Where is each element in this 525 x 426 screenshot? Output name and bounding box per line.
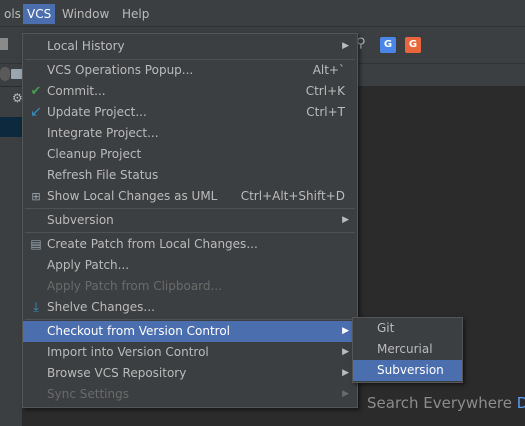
menu-item-create-patch[interactable]: ▤ Create Patch from Local Changes... [23, 234, 357, 255]
stop-icon[interactable] [0, 38, 8, 50]
apply-patch-label: Apply Patch... [47, 258, 130, 272]
apply-patch-clipboard-label: Apply Patch from Clipboard... [47, 279, 222, 293]
menu-item-shelve-changes[interactable]: ⤓ Shelve Changes... [23, 297, 357, 318]
integrate-project-label: Integrate Project... [47, 126, 159, 140]
checkout-label: Checkout from Version Control [47, 324, 231, 338]
translate-g-alt-icon[interactable]: G [405, 37, 421, 53]
check-icon: ✔ [30, 84, 42, 99]
commit-label: Commit... [47, 84, 106, 98]
show-local-changes-label: Show Local Changes as UML [47, 189, 218, 203]
import-label: Import into Version Control [47, 345, 209, 359]
shelve-changes-label: Shelve Changes... [47, 300, 155, 314]
submenu-arrow-icon: ▶ [342, 389, 349, 399]
menu-item-checkout[interactable]: Checkout from Version Control ▶ [23, 321, 357, 342]
cleanup-project-label: Cleanup Project [47, 147, 142, 161]
sync-settings-label: Sync Settings [47, 387, 129, 401]
translate-g-icon[interactable]: G [380, 37, 396, 53]
search-hint-key: D [516, 394, 525, 412]
menu-separator [25, 232, 355, 233]
menu-item-vcs-operations-popup[interactable]: VCS Operations Popup... Alt+` [23, 60, 357, 81]
menu-item-sync-settings[interactable]: Sync Settings ▶ [23, 384, 357, 405]
show-local-changes-shortcut: Ctrl+Alt+Shift+D [240, 189, 345, 203]
commit-shortcut: Ctrl+K [305, 84, 345, 98]
update-arrow-icon: ↙ [30, 104, 42, 120]
menu-item-local-history[interactable]: Local History ▶ [23, 36, 357, 57]
update-project-shortcut: Ctrl+T [306, 105, 345, 119]
search-everywhere-hint: Search Everywhere D [367, 394, 525, 412]
menu-separator [25, 319, 355, 320]
patch-icon: ▤ [30, 237, 42, 251]
menu-item-apply-patch-clipboard[interactable]: Apply Patch from Clipboard... [23, 276, 357, 297]
uml-diagram-icon: ⊞ [31, 190, 41, 203]
back-icon[interactable] [0, 67, 10, 81]
checkout-submenu: Git Mercurial Subversion [352, 317, 463, 383]
menu-item-cleanup-project[interactable]: Cleanup Project [23, 144, 357, 165]
menu-tools[interactable]: ols [0, 4, 25, 24]
browse-repo-label: Browse VCS Repository [47, 366, 187, 380]
submenu-item-mercurial[interactable]: Mercurial [353, 339, 462, 360]
menu-item-update-project[interactable]: ↙ Update Project... Ctrl+T [23, 102, 357, 123]
shelve-icon: ⤓ [33, 300, 39, 315]
search-hint-text: Search Everywhere [367, 394, 512, 412]
project-tool-window: ⚙ [0, 87, 23, 426]
submenu-arrow-icon: ▶ [342, 41, 349, 51]
submenu-item-git[interactable]: Git [353, 318, 462, 339]
subversion-submenu-label: Subversion [377, 363, 444, 377]
menu-item-commit[interactable]: ✔ Commit... Ctrl+K [23, 81, 357, 102]
subversion-label: Subversion [47, 213, 114, 227]
menu-item-refresh-file-status[interactable]: Refresh File Status [23, 165, 357, 186]
vcs-operations-popup-label: VCS Operations Popup... [47, 63, 194, 77]
menu-item-integrate-project[interactable]: Integrate Project... [23, 123, 357, 144]
menu-help[interactable]: Help [118, 4, 153, 24]
git-label: Git [377, 321, 395, 335]
vcs-menu: Local History ▶ VCS Operations Popup... … [22, 33, 358, 408]
create-patch-label: Create Patch from Local Changes... [47, 237, 258, 251]
update-project-label: Update Project... [47, 105, 147, 119]
submenu-arrow-icon: ▶ [342, 368, 349, 378]
vcs-operations-popup-shortcut: Alt+` [312, 63, 345, 77]
menu-window[interactable]: Window [58, 4, 113, 24]
submenu-arrow-icon: ▶ [342, 215, 349, 225]
local-history-label: Local History [47, 39, 125, 53]
main-menubar: ols VCS Window Help [0, 0, 525, 27]
menu-item-subversion[interactable]: Subversion ▶ [23, 210, 357, 231]
menu-item-import[interactable]: Import into Version Control ▶ [23, 342, 357, 363]
selected-tree-row[interactable] [0, 117, 22, 137]
mercurial-label: Mercurial [377, 342, 433, 356]
submenu-item-subversion[interactable]: Subversion [353, 360, 462, 381]
menu-item-apply-patch[interactable]: Apply Patch... [23, 255, 357, 276]
refresh-file-status-label: Refresh File Status [47, 168, 159, 182]
submenu-arrow-icon: ▶ [342, 347, 349, 357]
menu-item-browse-repository[interactable]: Browse VCS Repository ▶ [23, 363, 357, 384]
submenu-arrow-icon: ▶ [342, 326, 349, 336]
menu-item-show-local-changes-uml[interactable]: ⊞ Show Local Changes as UML Ctrl+Alt+Shi… [23, 186, 357, 207]
menu-vcs[interactable]: VCS [23, 4, 56, 24]
menu-separator [25, 208, 355, 209]
